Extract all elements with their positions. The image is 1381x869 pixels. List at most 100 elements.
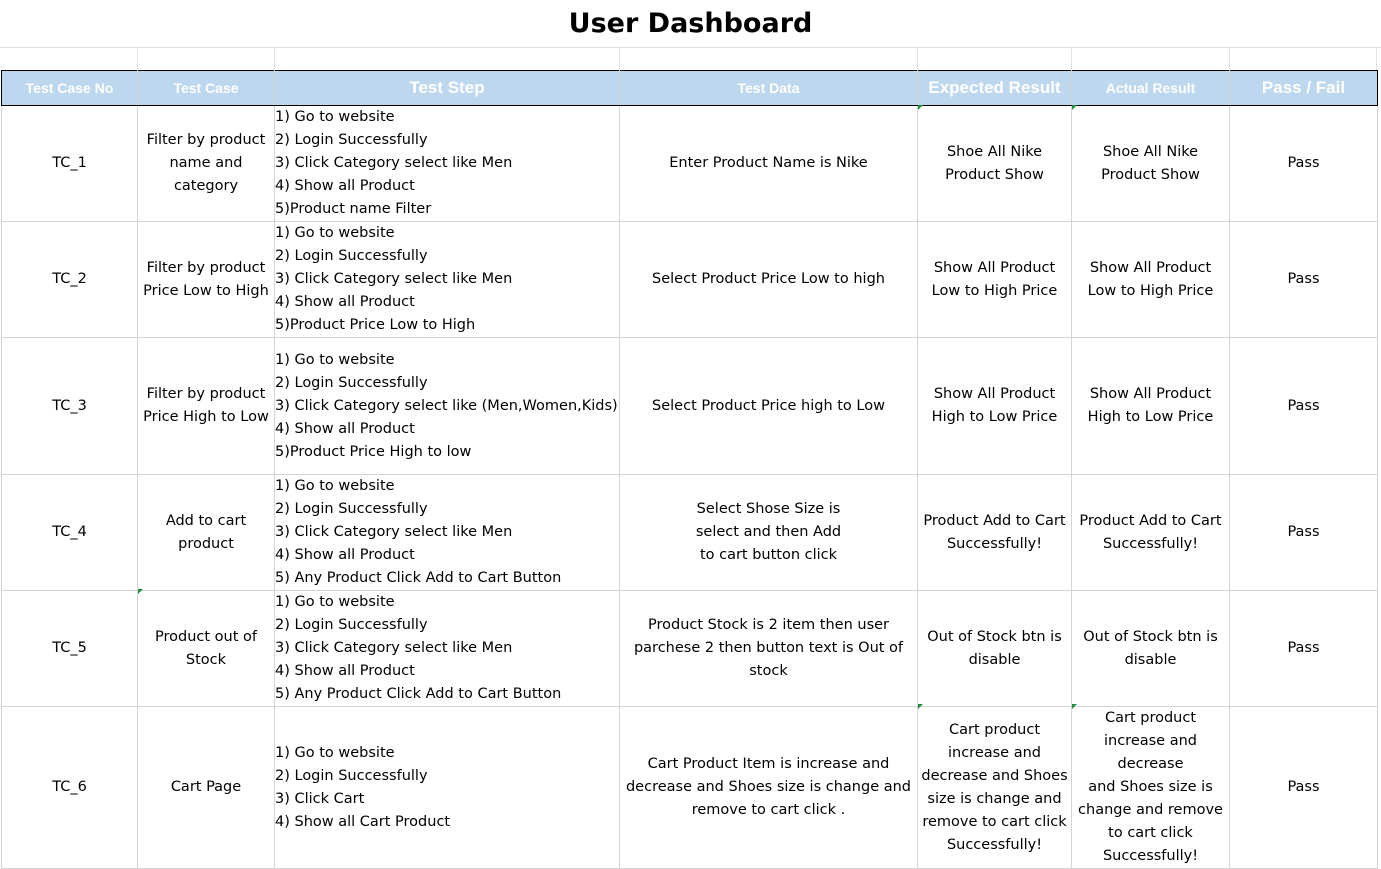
actual-result-cell[interactable]: Shoe All Nike Product Show [1071,105,1230,222]
test-case-no-cell[interactable]: TC_5 [1,590,138,707]
actual-result-cell[interactable]: Show All Product High to Low Price [1071,337,1230,475]
pass-fail-cell[interactable]: Pass [1229,590,1378,707]
grid-line [917,47,918,70]
expected-result-cell[interactable]: Out of Stock btn is disable [917,590,1072,707]
step-line: 2) Login Successfully [275,617,428,633]
sheet-title: User Dashboard [568,8,813,39]
expected-result-cell[interactable]: Shoe All Nike Product Show [917,105,1072,222]
step-line: 1) Go to website [275,594,395,610]
step-line: 5)Product Price High to low [275,443,472,460]
step-line: 2) Login Successfully [275,374,428,391]
step-line: 1) Go to website [275,225,395,241]
step-line: 5) Any Product Click Add to Cart Button [275,686,562,702]
table-row: TC_3 Filter by product Price High to Low… [1,337,1378,475]
step-line: 4) Show all Cart Product [275,813,451,830]
table-row: TC_1 Filter by product name and category… [1,105,1378,222]
step-line: 3) Click Category select like Men [275,271,513,287]
step-line: 2) Login Successfully [275,132,428,148]
actual-result-cell[interactable]: Product Add to Cart Successfully! [1071,474,1230,591]
header-actual-result[interactable]: Actual Result [1071,70,1230,106]
blank-row [0,47,1381,70]
test-case-no-cell[interactable]: TC_2 [1,221,138,338]
test-case-no-cell[interactable]: TC_6 [1,706,138,869]
expected-result-cell[interactable]: Show All Product Low to High Price [917,221,1072,338]
step-line: 4) Show all Product [275,420,415,437]
grid-line [137,47,138,70]
actual-result-cell[interactable]: Out of Stock btn is disable [1071,590,1230,707]
test-data-cell[interactable]: Select Product Price high to Low [619,337,918,475]
test-case-no-cell[interactable]: TC_4 [1,474,138,591]
test-data-cell[interactable]: Select Shose Size is select and then Add… [619,474,918,591]
pass-fail-cell[interactable]: Pass [1229,337,1378,475]
test-case-no-cell[interactable]: TC_3 [1,337,138,475]
table-row: TC_6 Cart Page 1) Go to website 2) Login… [1,706,1378,869]
header-test-case-no[interactable]: Test Case No [1,70,138,106]
pass-fail-cell[interactable]: Pass [1229,105,1378,222]
step-line: 1) Go to website [275,109,395,125]
step-line: 3) Click Category select like Men [275,524,513,540]
grid-line [619,47,620,70]
test-case-cell[interactable]: Cart Page [137,706,275,869]
header-test-case[interactable]: Test Case [137,70,275,106]
step-line: 3) Click Cart [275,790,365,807]
actual-result-cell[interactable]: Show All Product Low to High Price [1071,221,1230,338]
expected-result-cell[interactable]: Product Add to Cart Successfully! [917,474,1072,591]
expected-result-cell[interactable]: Cart product increase and decrease and S… [917,706,1072,869]
test-data-cell[interactable]: Product Stock is 2 item then user parche… [619,590,918,707]
step-line: 2) Login Successfully [275,248,428,264]
grid-line [1071,47,1072,70]
grid-line [274,47,275,70]
cell-indicator-icon [1072,105,1077,110]
header-row: Test Case No Test Case Test Step Test Da… [1,70,1378,106]
step-line: 5)Product Price Low to High [275,317,476,333]
header-pass-fail[interactable]: Pass / Fail [1229,70,1378,106]
test-step-cell[interactable]: 1) Go to website 2) Login Successfully 3… [274,590,620,707]
test-step-cell[interactable]: 1) Go to website 2) Login Successfully 3… [274,706,620,869]
step-line: 2) Login Successfully [275,767,428,784]
table-row: TC_4 Add to cart product 1) Go to websit… [1,474,1378,591]
test-case-table: Test Case No Test Case Test Step Test Da… [1,70,1378,869]
step-line: 2) Login Successfully [275,501,428,517]
test-case-cell[interactable]: Filter by product Price High to Low [137,337,275,475]
test-case-cell[interactable]: Product out of Stock [137,590,275,707]
step-line: 5) Any Product Click Add to Cart Button [275,570,562,586]
expected-result-cell[interactable]: Show All Product High to Low Price [917,337,1072,475]
test-case-cell[interactable]: Filter by product name and category [137,105,275,222]
step-line: 4) Show all Product [275,178,415,194]
test-step-cell[interactable]: 1) Go to website 2) Login Successfully 3… [274,105,620,222]
cell-indicator-icon [918,704,923,709]
test-data-cell[interactable]: Cart Product Item is increase and decrea… [619,706,918,869]
grid-line [1229,47,1230,70]
actual-result-cell[interactable]: Cart product increase and decrease and S… [1071,706,1230,869]
test-case-cell[interactable]: Add to cart product [137,474,275,591]
test-step-cell[interactable]: 1) Go to website 2) Login Successfully 3… [274,221,620,338]
header-test-step[interactable]: Test Step [274,70,620,106]
step-line: 4) Show all Product [275,547,415,563]
step-line: 1) Go to website [275,478,395,494]
step-line: 5)Product name Filter [275,201,432,217]
step-line: 4) Show all Product [275,294,415,310]
test-case-cell[interactable]: Filter by product Price Low to High [137,221,275,338]
header-expected-result[interactable]: Expected Result [917,70,1072,106]
step-line: 1) Go to website [275,744,395,761]
table-row: TC_2 Filter by product Price Low to High… [1,221,1378,338]
cell-indicator-icon [918,105,923,110]
test-step-cell[interactable]: 1) Go to website 2) Login Successfully 3… [274,337,620,475]
step-line: 3) Click Category select like Men [275,640,513,656]
grid-line [1376,47,1377,70]
test-step-cell[interactable]: 1) Go to website 2) Login Successfully 3… [274,474,620,591]
header-test-data[interactable]: Test Data [619,70,918,106]
step-line: 3) Click Category select like (Men,Women… [275,397,618,414]
pass-fail-cell[interactable]: Pass [1229,221,1378,338]
cell-indicator-icon [1072,704,1077,709]
test-case-no-cell[interactable]: TC_1 [1,105,138,222]
table-row: TC_5 Product out of Stock 1) Go to websi… [1,590,1378,707]
pass-fail-cell[interactable]: Pass [1229,706,1378,869]
step-line: 3) Click Category select like Men [275,155,513,171]
step-line: 1) Go to website [275,351,395,368]
step-line: 4) Show all Product [275,663,415,679]
pass-fail-cell[interactable]: Pass [1229,474,1378,591]
test-data-cell[interactable]: Select Product Price Low to high [619,221,918,338]
cell-indicator-icon [138,589,143,594]
test-data-cell[interactable]: Enter Product Name is Nike [619,105,918,222]
